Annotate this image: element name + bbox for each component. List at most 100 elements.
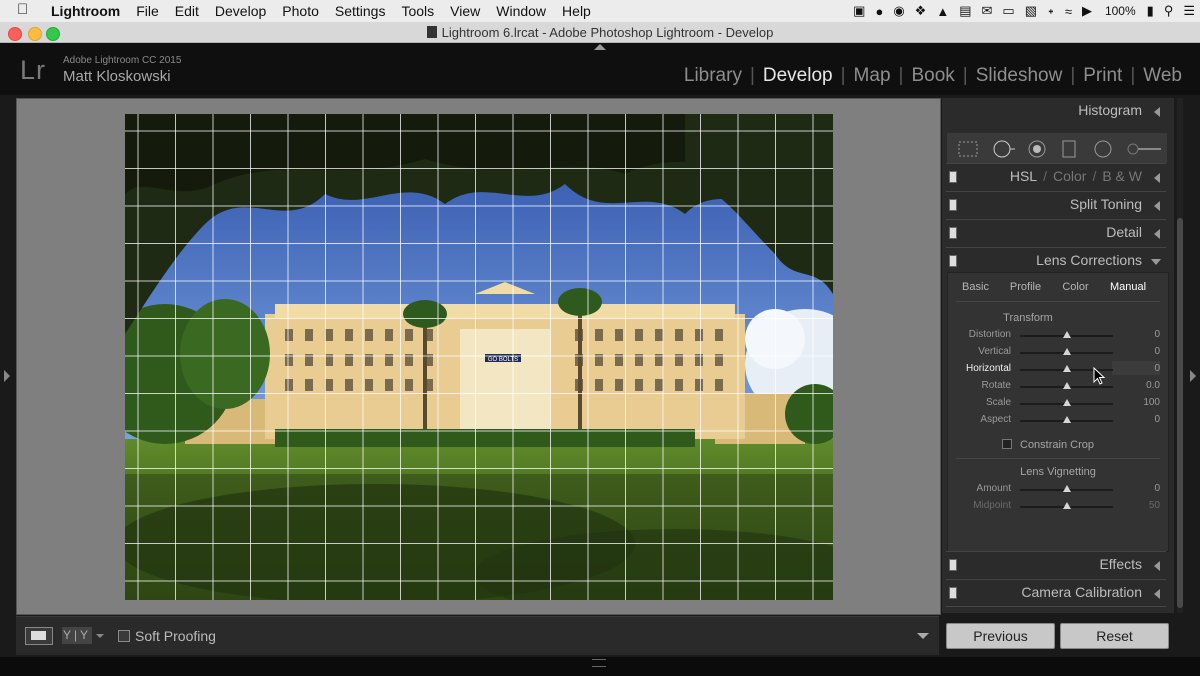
hsl-tab[interactable]: HSL — [1010, 168, 1037, 184]
airplay-icon[interactable]: ▭ — [1002, 3, 1014, 19]
detail-switch[interactable] — [949, 227, 957, 239]
slider-rotate[interactable]: Rotate 0.0 — [948, 378, 1168, 394]
notification-center-icon[interactable]: ☰ — [1183, 3, 1195, 19]
split-toning-switch[interactable] — [949, 199, 957, 211]
filmstrip-grip-icon[interactable] — [592, 659, 606, 667]
menu-tools[interactable]: Tools — [401, 3, 434, 19]
slider-value[interactable]: 0 — [1120, 329, 1160, 340]
hsl-collapse-icon[interactable] — [1154, 173, 1160, 183]
slider-value[interactable]: 50 — [1120, 500, 1160, 511]
histogram-collapse-icon[interactable] — [1154, 107, 1160, 117]
constrain-crop-option[interactable]: Constrain Crop — [1002, 439, 1094, 451]
loupe-view-button[interactable] — [25, 627, 53, 645]
lens-tab-basic[interactable]: Basic — [948, 281, 1003, 293]
effects-collapse-icon[interactable] — [1154, 561, 1160, 571]
graduated-filter-icon[interactable] — [1059, 139, 1079, 159]
module-library[interactable]: Library — [676, 65, 750, 87]
wifi-icon[interactable]: ≈ — [1065, 4, 1072, 19]
slider-thumb[interactable] — [1062, 485, 1071, 492]
slider-amount[interactable]: Amount 0 — [948, 481, 1168, 497]
camera-calibration-panel-header[interactable]: Camera Calibration — [946, 579, 1166, 607]
lens-corrections-panel-header[interactable]: Lens Corrections — [946, 247, 1166, 274]
previous-button[interactable]: Previous — [946, 623, 1055, 649]
slider-value[interactable]: 0 — [1120, 363, 1160, 374]
module-develop[interactable]: Develop — [755, 65, 841, 87]
menu-edit[interactable]: Edit — [175, 3, 199, 19]
evernote-icon[interactable]: ● — [875, 4, 883, 19]
slider-distortion[interactable]: Distortion 0 — [948, 327, 1168, 343]
menu-settings[interactable]: Settings — [335, 3, 386, 19]
camera-icon[interactable]: ▣ — [853, 3, 865, 19]
spot-removal-tool-icon[interactable] — [991, 139, 1017, 159]
split-toning-panel-header[interactable]: Split Toning — [946, 191, 1166, 218]
camera-calibration-switch[interactable] — [949, 587, 957, 599]
slider-value[interactable]: 0 — [1120, 414, 1160, 425]
module-web[interactable]: Web — [1135, 65, 1190, 87]
collapse-header-arrow-icon[interactable] — [594, 44, 606, 50]
slider-scale[interactable]: Scale 100 — [948, 395, 1168, 411]
dropbox-icon[interactable]: ❖ — [915, 3, 927, 19]
volume-icon[interactable]: ▶ — [1082, 3, 1092, 19]
apple-menu-icon[interactable]:  — [17, 1, 28, 18]
slider-thumb[interactable] — [1062, 331, 1071, 338]
crop-tool-icon[interactable] — [956, 139, 980, 159]
red-eye-tool-icon[interactable] — [1026, 139, 1048, 159]
lens-tab-color[interactable]: Color — [1048, 281, 1103, 293]
slider-midpoint[interactable]: Midpoint 50 — [948, 498, 1168, 514]
bluetooth-icon[interactable]: ᛭ — [1047, 4, 1055, 19]
slider-thumb[interactable] — [1062, 502, 1071, 509]
menu-window[interactable]: Window — [496, 3, 546, 19]
before-after-button[interactable]: Y|Y — [62, 627, 92, 644]
toolbar-content-dropdown-icon[interactable] — [917, 633, 929, 639]
detail-panel-header[interactable]: Detail — [946, 219, 1166, 246]
slider-thumb[interactable] — [1062, 416, 1071, 423]
lens-tab-manual[interactable]: Manual — [1103, 281, 1153, 293]
photo-preview[interactable]: GO BOLTS — [125, 114, 833, 600]
menu-view[interactable]: View — [450, 3, 480, 19]
photo-canvas[interactable]: GO BOLTS — [16, 98, 941, 615]
spotlight-search-icon[interactable]: ⚲ — [1164, 3, 1174, 19]
constrain-crop-checkbox[interactable] — [1002, 439, 1012, 449]
expand-left-panel-arrow-icon[interactable] — [4, 370, 10, 382]
reset-button[interactable]: Reset — [1060, 623, 1169, 649]
color-tab[interactable]: Color — [1053, 168, 1086, 184]
creative-cloud-icon[interactable]: ◉ — [893, 3, 904, 19]
split-toning-collapse-icon[interactable] — [1154, 201, 1160, 211]
effects-switch[interactable] — [949, 559, 957, 571]
hsl-panel-switch[interactable] — [949, 171, 957, 183]
module-print[interactable]: Print — [1075, 65, 1130, 87]
lens-corrections-expand-icon[interactable] — [1151, 259, 1161, 265]
hsl-panel-header[interactable]: HSL / Color / B & W — [946, 163, 1166, 190]
chat-icon[interactable]: ✉ — [982, 3, 993, 19]
lens-corrections-switch[interactable] — [949, 255, 957, 267]
slider-thumb[interactable] — [1062, 348, 1071, 355]
slider-thumb[interactable] — [1062, 399, 1071, 406]
expand-right-panel-arrow-icon[interactable] — [1190, 370, 1196, 382]
effects-panel-header[interactable]: Effects — [946, 551, 1166, 578]
slider-value[interactable]: 0 — [1120, 483, 1160, 494]
slider-value[interactable]: 100 — [1120, 397, 1160, 408]
menu-help[interactable]: Help — [562, 3, 591, 19]
soft-proofing-checkbox[interactable] — [118, 630, 130, 642]
battery-icon[interactable]: ▮ — [1147, 3, 1154, 19]
before-after-dropdown-icon[interactable] — [96, 634, 104, 638]
slider-vertical[interactable]: Vertical 0 — [948, 344, 1168, 360]
camera-calibration-collapse-icon[interactable] — [1154, 589, 1160, 599]
slider-aspect[interactable]: Aspect 0 — [948, 412, 1168, 428]
backup-icon[interactable]: ▤ — [959, 3, 971, 19]
scrollbar-thumb[interactable] — [1177, 218, 1183, 608]
module-map[interactable]: Map — [846, 65, 899, 87]
slider-thumb[interactable] — [1062, 382, 1071, 389]
slider-horizontal[interactable]: Horizontal 0 — [948, 361, 1168, 377]
right-panel-scrollbar[interactable] — [1177, 98, 1183, 613]
slider-thumb[interactable] — [1062, 365, 1071, 372]
detail-collapse-icon[interactable] — [1154, 229, 1160, 239]
adjustment-brush-icon[interactable] — [1125, 139, 1163, 159]
menu-file[interactable]: File — [136, 3, 159, 19]
menu-develop[interactable]: Develop — [215, 3, 266, 19]
drive-icon[interactable]: ▲ — [936, 4, 949, 19]
slider-value[interactable]: 0 — [1120, 346, 1160, 357]
menu-photo[interactable]: Photo — [282, 3, 319, 19]
histogram-panel-header[interactable]: Histogram — [946, 98, 1166, 124]
radial-filter-icon[interactable] — [1092, 139, 1114, 159]
